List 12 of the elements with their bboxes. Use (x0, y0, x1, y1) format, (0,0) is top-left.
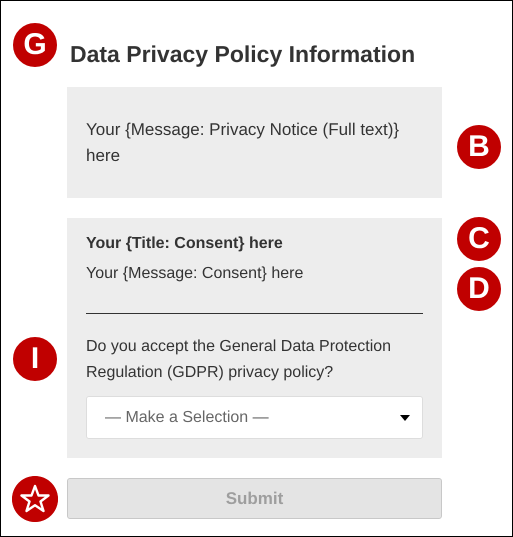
callout-badge: G (12, 22, 58, 68)
callout-badge: I (12, 336, 58, 382)
consent-title: Your {Title: Consent} here (86, 234, 284, 254)
gdpr-question: Do you accept the General Data Protection Regulation (GDPR) privacy policy? (86, 337, 392, 383)
selection-dropdown[interactable]: — Make a Selection — (86, 396, 423, 439)
callout-badge: B (456, 124, 502, 170)
consent-message: Your {Message: Consent} here (86, 264, 304, 284)
callout-badge: D (456, 266, 502, 312)
callout-badge: C (456, 216, 502, 262)
page-title: Data Privacy Policy Information (70, 40, 416, 69)
privacy-notice-text: Your {Message: Privacy Notice (Full text)} here (86, 119, 400, 167)
caret-icon (400, 414, 410, 420)
